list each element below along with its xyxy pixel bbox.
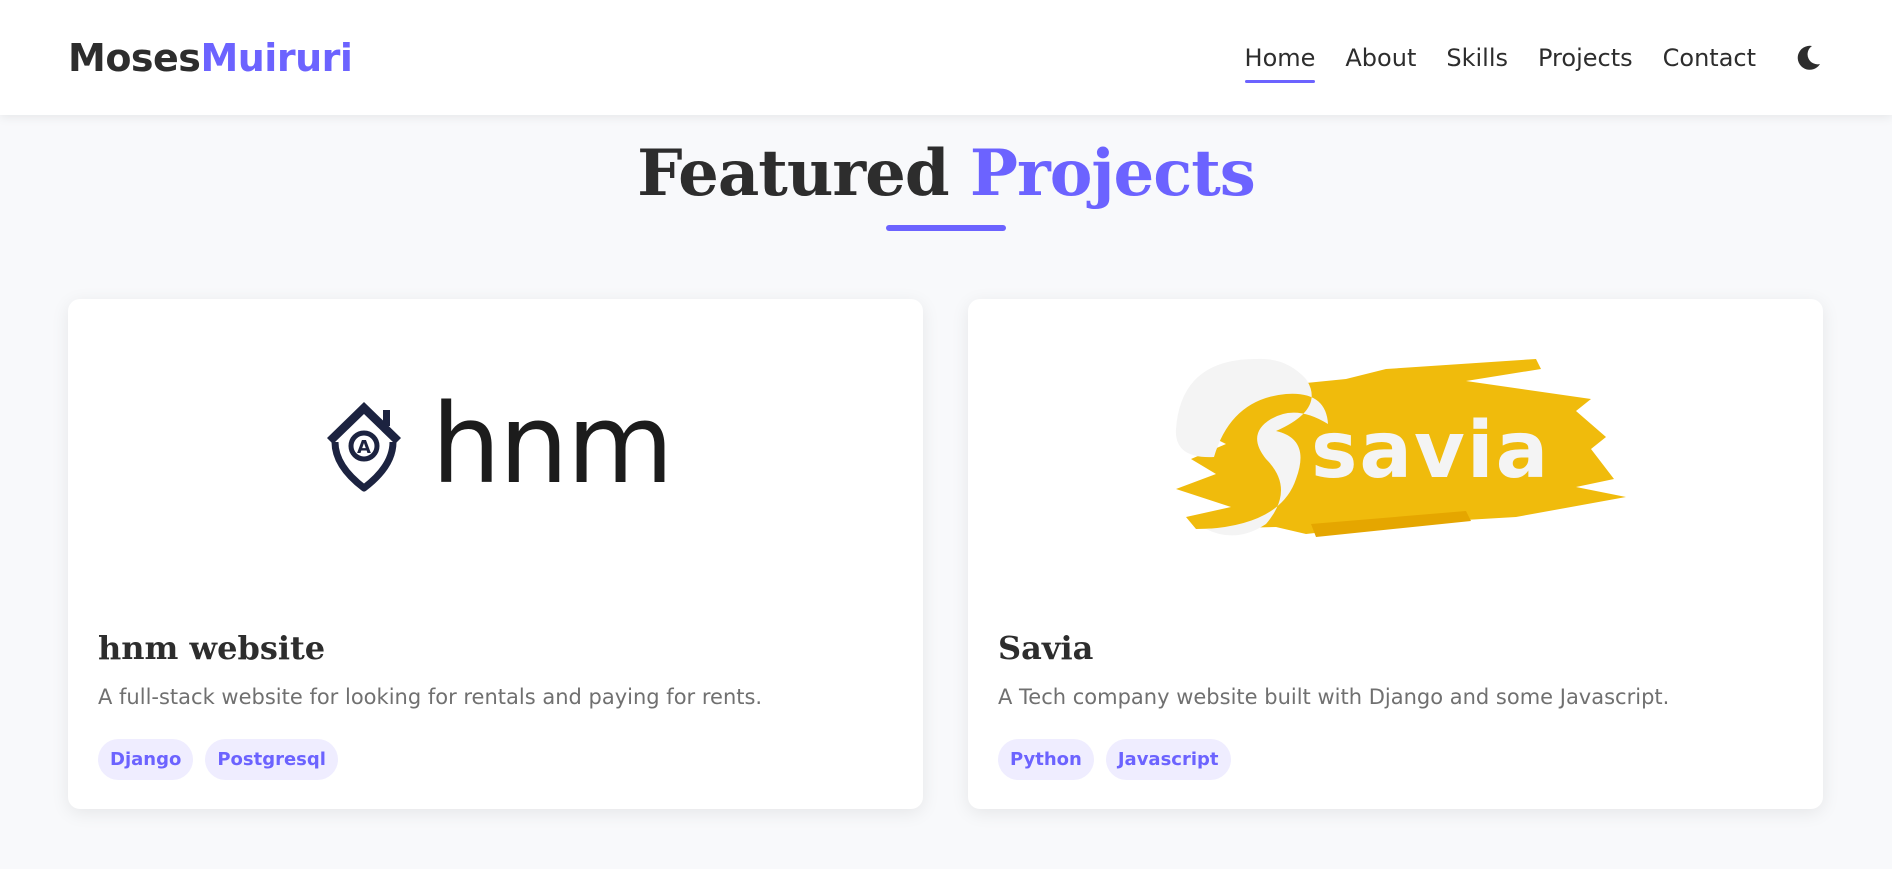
tag-postgresql: Postgresql <box>205 739 338 780</box>
moon-icon <box>1797 45 1820 70</box>
savia-logo: savia <box>1175 358 1626 537</box>
section-title: Featured Projects <box>0 136 1892 211</box>
project-tags: Python Javascript <box>998 739 1243 780</box>
title-underline <box>886 225 1006 231</box>
project-image-hnm: A hnm <box>68 299 923 589</box>
tag-javascript: Javascript <box>1105 739 1231 780</box>
project-description: A Tech company website built with Django… <box>998 685 1670 709</box>
tag-python: Python <box>998 739 1094 780</box>
savia-logo-text: savia <box>1311 406 1550 496</box>
brand-last-name: Muiruri <box>200 35 353 80</box>
project-card-hnm[interactable]: A hnm hnm website A full-stack website f… <box>68 299 923 809</box>
project-description: A full-stack website for looking for ren… <box>98 685 763 709</box>
project-title: Savia <box>998 629 1094 667</box>
project-card-savia[interactable]: savia Savia A Tech company website built… <box>968 299 1823 809</box>
nav-link-skills[interactable]: Skills <box>1446 36 1508 80</box>
theme-toggle-button[interactable] <box>1794 43 1824 73</box>
navbar: MosesMuiruri Home About Skills Projects … <box>0 0 1892 115</box>
section-title-part1: Featured <box>637 136 949 211</box>
nav-link-about[interactable]: About <box>1345 36 1416 80</box>
project-title: hnm website <box>98 629 326 667</box>
tag-django: Django <box>98 739 194 780</box>
nav-link-contact[interactable]: Contact <box>1663 36 1756 80</box>
nav-links: Home About Skills Projects Contact <box>1215 36 1824 83</box>
hnm-logo-text: hnm <box>431 380 674 508</box>
nav-link-home[interactable]: Home <box>1244 36 1315 83</box>
svg-text:A: A <box>357 437 371 458</box>
section-title-part2: Projects <box>969 136 1256 211</box>
brand-first-name: Moses <box>68 35 201 80</box>
brand-logo[interactable]: MosesMuiruri <box>68 35 353 80</box>
project-image-savia: savia <box>968 299 1823 589</box>
house-pin-icon: A <box>327 402 402 492</box>
nav-link-projects[interactable]: Projects <box>1538 36 1633 80</box>
hnm-logo: A hnm <box>319 380 674 508</box>
project-tags: Django Postgresql <box>98 739 350 780</box>
